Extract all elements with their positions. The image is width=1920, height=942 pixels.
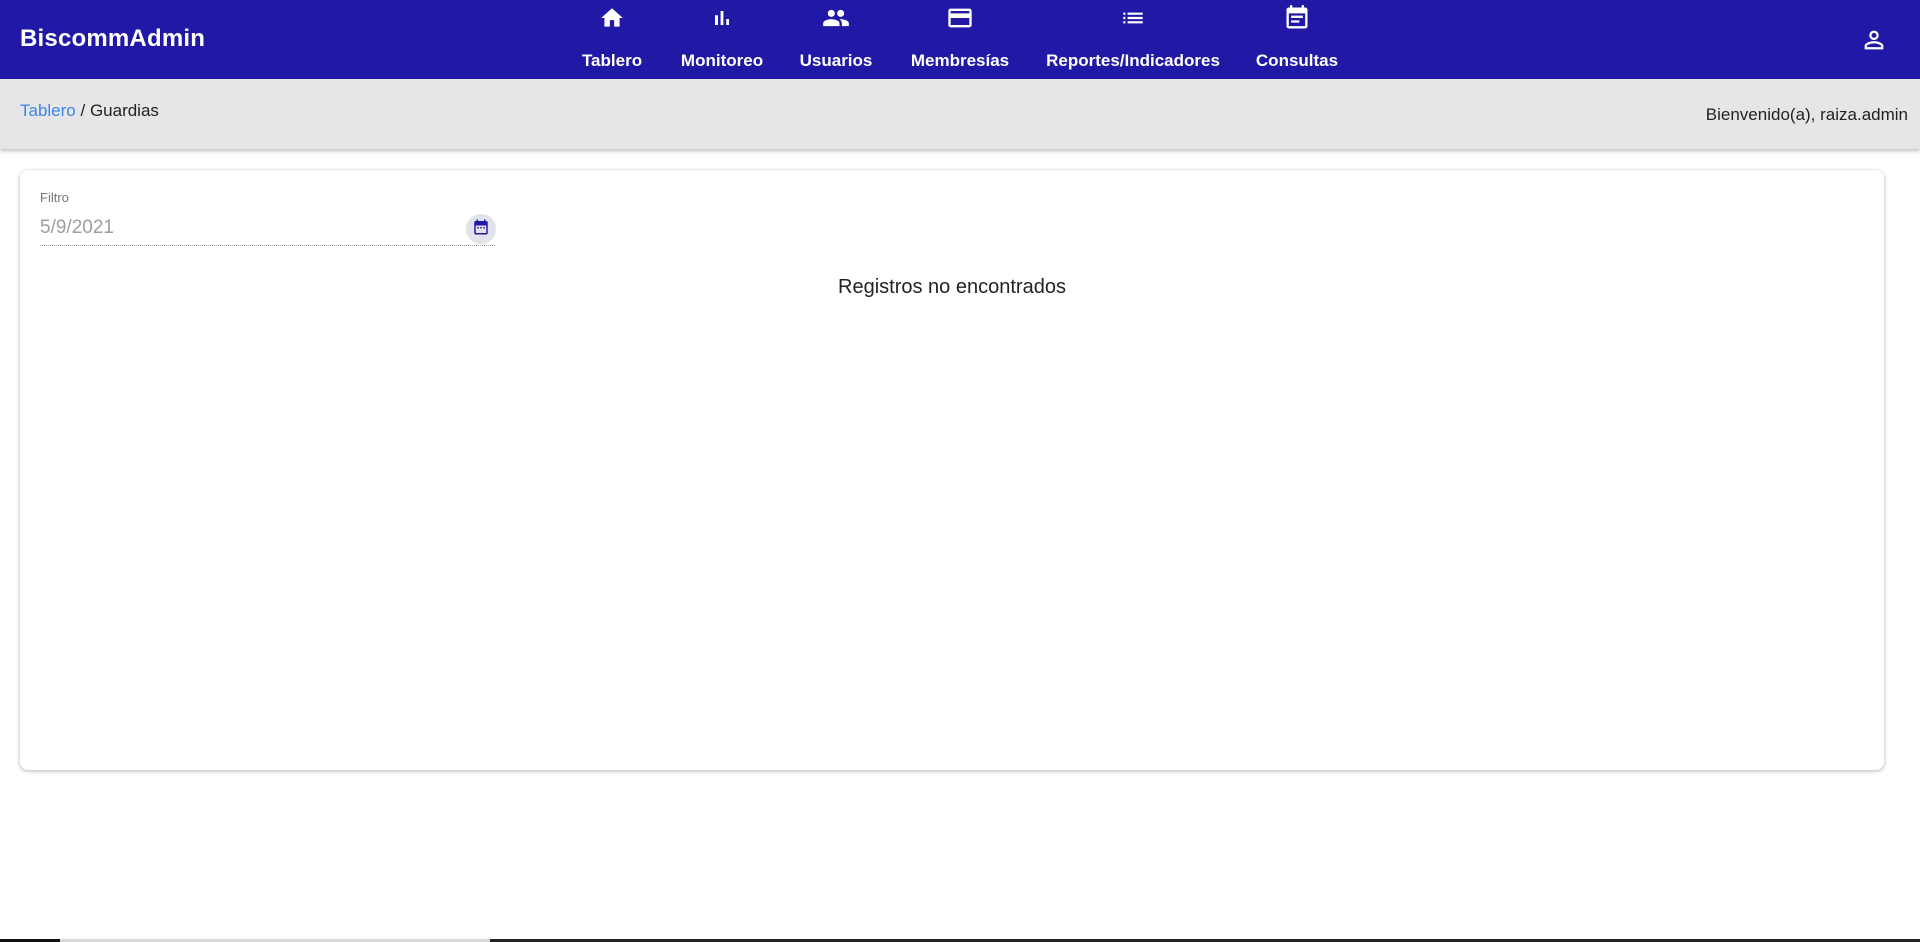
- nav-label: Membresías: [910, 51, 1010, 70]
- nav-label: Tablero: [581, 51, 643, 70]
- people-icon: [822, 5, 850, 31]
- calendar-icon: [472, 218, 490, 241]
- breadcrumb: Tablero / Guardias: [20, 101, 159, 121]
- list-icon: [1120, 5, 1146, 31]
- filter-label: Filtro: [40, 190, 69, 205]
- breadcrumb-bar: Tablero / Guardias Bienvenido(a), raiza.…: [0, 79, 1920, 149]
- home-icon: [599, 5, 625, 31]
- content-card: Filtro Registros no encontrados: [20, 170, 1884, 770]
- credit-card-icon: [946, 5, 974, 31]
- bar-chart-icon: [710, 5, 734, 31]
- filter-date-input[interactable]: [40, 210, 495, 246]
- nav-reportes-indicadores[interactable]: Reportes/Indicadores: [1046, 0, 1220, 79]
- user-menu-button[interactable]: [1860, 26, 1888, 54]
- nav-label: Reportes/Indicadores: [1046, 51, 1220, 70]
- nav-membresias[interactable]: Membresías: [910, 0, 1010, 79]
- event-note-icon: [1283, 5, 1311, 31]
- top-app-bar: BiscommAdmin Tablero Monitoreo Usuarios …: [0, 0, 1920, 79]
- calendar-button[interactable]: [466, 214, 496, 244]
- breadcrumb-current: Guardias: [89, 101, 159, 120]
- empty-state-message: Registros no encontrados: [838, 276, 1066, 298]
- breadcrumb-separator: /: [75, 101, 90, 120]
- nav-monitoreo[interactable]: Monitoreo: [681, 0, 763, 79]
- nav-label: Consultas: [1255, 51, 1339, 70]
- nav-label: Monitoreo: [680, 51, 764, 70]
- welcome-text: Bienvenido(a), raiza.admin: [1705, 105, 1908, 124]
- nav-usuarios[interactable]: Usuarios: [799, 0, 873, 79]
- app-brand[interactable]: BiscommAdmin: [20, 25, 205, 53]
- nav-consultas[interactable]: Consultas: [1255, 0, 1339, 79]
- nav-tablero[interactable]: Tablero: [581, 0, 643, 79]
- nav-label: Usuarios: [799, 51, 873, 70]
- breadcrumb-link-tablero[interactable]: Tablero: [20, 101, 76, 120]
- person-icon: [1860, 30, 1888, 58]
